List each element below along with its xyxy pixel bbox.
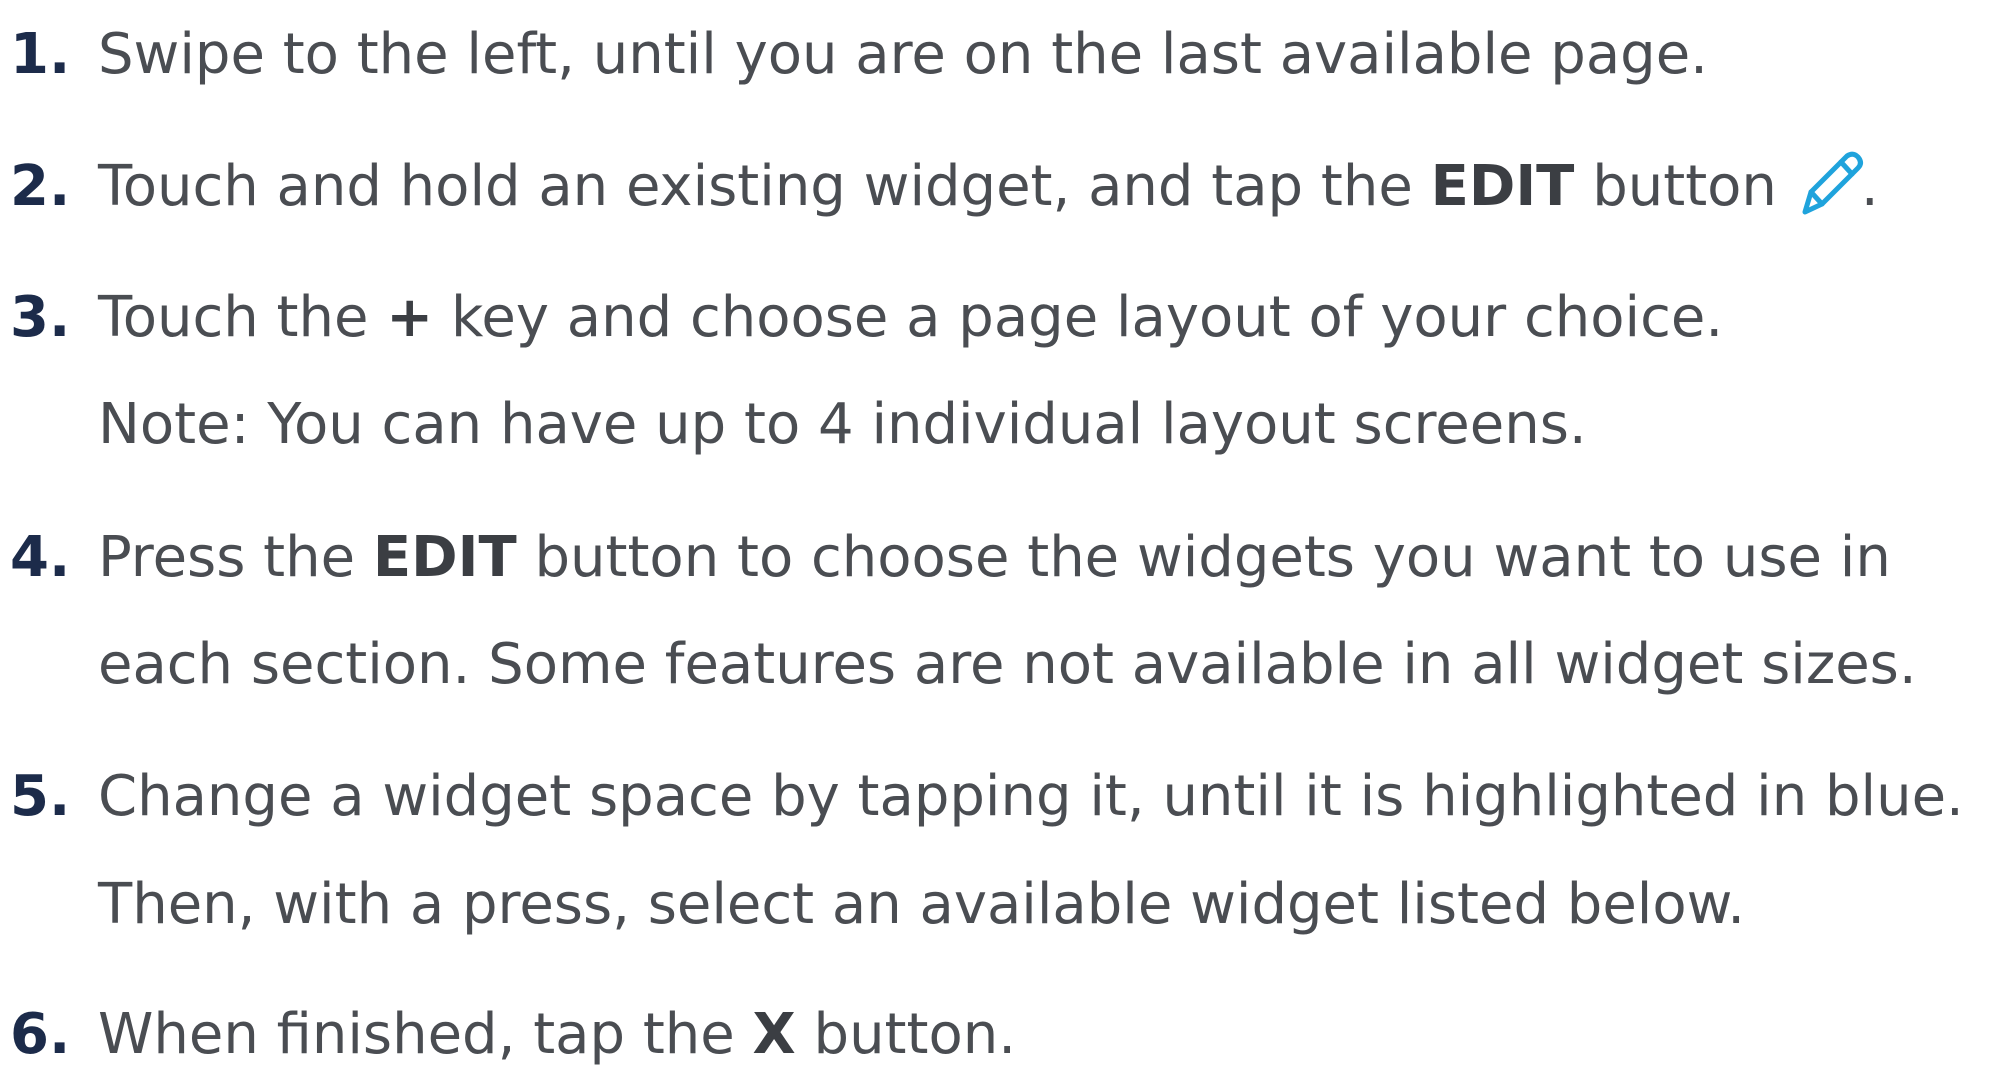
step-text-pre: Touch the: [98, 285, 387, 350]
step-text-pre: Press the: [98, 525, 373, 590]
step-text: Touch the + key and choose a page layout…: [98, 278, 1723, 358]
edit-keyword: EDIT: [1430, 154, 1575, 219]
step-text-post: button to choose the widgets you want to…: [516, 525, 1891, 590]
step-text: Change a widget space by tapping it, unt…: [98, 764, 1964, 829]
step-text: each section. Some features are not avai…: [98, 632, 1917, 697]
step-text-post: button: [1574, 154, 1777, 219]
step-text: Note: You can have up to 4 individual la…: [98, 392, 1587, 457]
step-number: 1.: [10, 22, 71, 87]
step-text: Swipe to the left, until you are on the …: [98, 22, 1708, 87]
step-number: 6.: [10, 1002, 71, 1067]
step-text: Press the EDIT button to choose the widg…: [98, 518, 1891, 598]
step-text-post: button.: [795, 1002, 1017, 1067]
step-text: Touch and hold an existing widget, and t…: [98, 147, 1879, 228]
step-number: 5.: [10, 764, 71, 829]
pencil-icon: [1791, 146, 1867, 222]
step-text: Then, with a press, select an available …: [98, 872, 1746, 937]
x-keyword: X: [752, 1002, 796, 1067]
step-text-pre: When finished, tap the: [98, 1002, 753, 1067]
step-number: 3.: [10, 285, 71, 350]
step-text-pre: Touch and hold an existing widget, and t…: [98, 154, 1431, 219]
step-number: 2.: [10, 154, 71, 219]
step-text-post: key and choose a page layout of your cho…: [433, 285, 1724, 350]
plus-keyword: +: [386, 285, 434, 350]
step-number: 4.: [10, 525, 71, 590]
edit-keyword: EDIT: [372, 525, 517, 590]
step-text: When finished, tap the X button.: [98, 995, 1016, 1075]
